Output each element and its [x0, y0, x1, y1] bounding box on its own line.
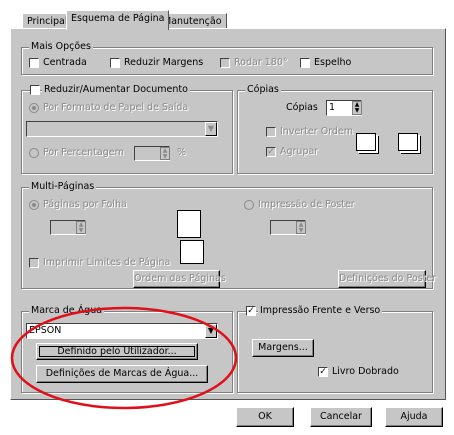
imprimir-limites-checkbox: [29, 258, 39, 268]
imprimir-limites-label: Imprimir Limites de Página: [43, 257, 171, 268]
percent-symbol: %: [177, 147, 187, 158]
help-button[interactable]: Ajuda: [385, 407, 443, 427]
group-title: Reduzir/Aumentar Documento: [42, 84, 190, 96]
multipage-preview-icon-2: [180, 240, 204, 264]
tab-esquema-de-pagina[interactable]: Esquema de Página: [66, 10, 170, 30]
cancel-button[interactable]: Cancelar: [310, 407, 372, 427]
group-multi-paginas: Multi-Páginas Páginas por Folha ▲ ▼ Impri…: [21, 181, 436, 289]
page-layout-panel: Mais Opções Centrada Reduzir Margens Rod…: [10, 28, 446, 400]
collated-pages-icon: [356, 133, 376, 151]
poster-size-stepper: ▲ ▼: [296, 221, 306, 234]
livro-dobrado-checkbox[interactable]: ✓: [318, 367, 328, 377]
group-frente-verso: ✓ Impressão Frente e Verso Margens... ✓ …: [237, 305, 433, 393]
group-title: Marca de Água: [29, 305, 105, 317]
margens-button[interactable]: Margens...: [252, 339, 314, 357]
group-title: Cópias: [245, 84, 281, 96]
impressao-poster-radio: [244, 200, 254, 210]
centrada-checkbox[interactable]: [29, 58, 39, 68]
reduzir-margens-checkbox[interactable]: [110, 58, 120, 68]
definicoes-marcas-button[interactable]: Definições de Marcas de Água...: [36, 365, 208, 383]
paper-size-dropdown: [26, 121, 218, 137]
copias-label: Cópias: [286, 102, 318, 113]
espelho-checkbox[interactable]: [300, 58, 310, 68]
por-formato-radio: [29, 103, 39, 113]
watermark-dropdown[interactable]: EPSON: [26, 323, 218, 339]
inverter-ordem-checkbox: [266, 127, 276, 137]
chevron-down-icon[interactable]: ▼: [205, 324, 217, 338]
definido-pelo-utilizador-button[interactable]: Definido pelo Utilizador...: [36, 343, 198, 360]
agrupar-checkbox: ✓: [266, 147, 276, 157]
centrada-label: Centrada: [43, 57, 87, 68]
frente-verso-checkbox[interactable]: ✓: [246, 306, 256, 316]
rodar-checkbox: [220, 58, 230, 68]
pages-per-sheet-stepper: ▲ ▼: [76, 221, 86, 234]
group-copias: Cópias Cópias 1 ▲ ▼ Inverter Ordem ✓ Agru…: [237, 84, 433, 174]
chevron-down-icon: ▼: [205, 122, 217, 136]
group-reduzir-aumentar: Reduzir/Aumentar Documento Por Formato d…: [21, 84, 233, 174]
multipage-preview-icon: [177, 210, 201, 238]
group-title: Multi-Páginas: [29, 181, 97, 193]
group-marca-de-agua: Marca de Água EPSON ▼ Definido pelo Util…: [21, 305, 233, 393]
copies-stepper[interactable]: ▲ ▼: [352, 101, 362, 115]
reduzir-aumentar-checkbox[interactable]: [30, 85, 40, 95]
paginas-por-folha-label: Páginas por Folha: [43, 199, 127, 210]
espelho-label: Espelho: [314, 57, 352, 68]
ordem-paginas-button: Ordem das Páginas: [133, 270, 226, 288]
group-title: Impressão Frente e Verso: [258, 305, 383, 317]
percentage-stepper: ▲ ▼: [160, 147, 170, 160]
group-mais-opcoes: Mais Opções Centrada Reduzir Margens Rod…: [21, 41, 433, 75]
agrupar-label: Agrupar: [280, 146, 319, 157]
paginas-por-folha-radio: [29, 200, 39, 210]
ok-button[interactable]: OK: [236, 407, 294, 427]
livro-dobrado-label: Livro Dobrado: [332, 366, 399, 377]
group-title: Mais Opções: [29, 41, 93, 53]
impressao-poster-label: Impressão de Poster: [258, 199, 355, 210]
por-percentagem-label: Por Percentagem: [43, 147, 124, 158]
definicoes-poster-button: Definições do Poster: [338, 270, 436, 288]
por-percentagem-radio: [29, 148, 39, 158]
inverter-ordem-label: Inverter Ordem: [280, 126, 354, 137]
reduzir-margens-label: Reduzir Margens: [124, 57, 204, 68]
collated-pages-icon-2: [398, 133, 418, 151]
por-formato-label: Por Formato de Papel de Saída: [43, 102, 189, 113]
rodar-label: Rodar 180°: [234, 57, 288, 68]
